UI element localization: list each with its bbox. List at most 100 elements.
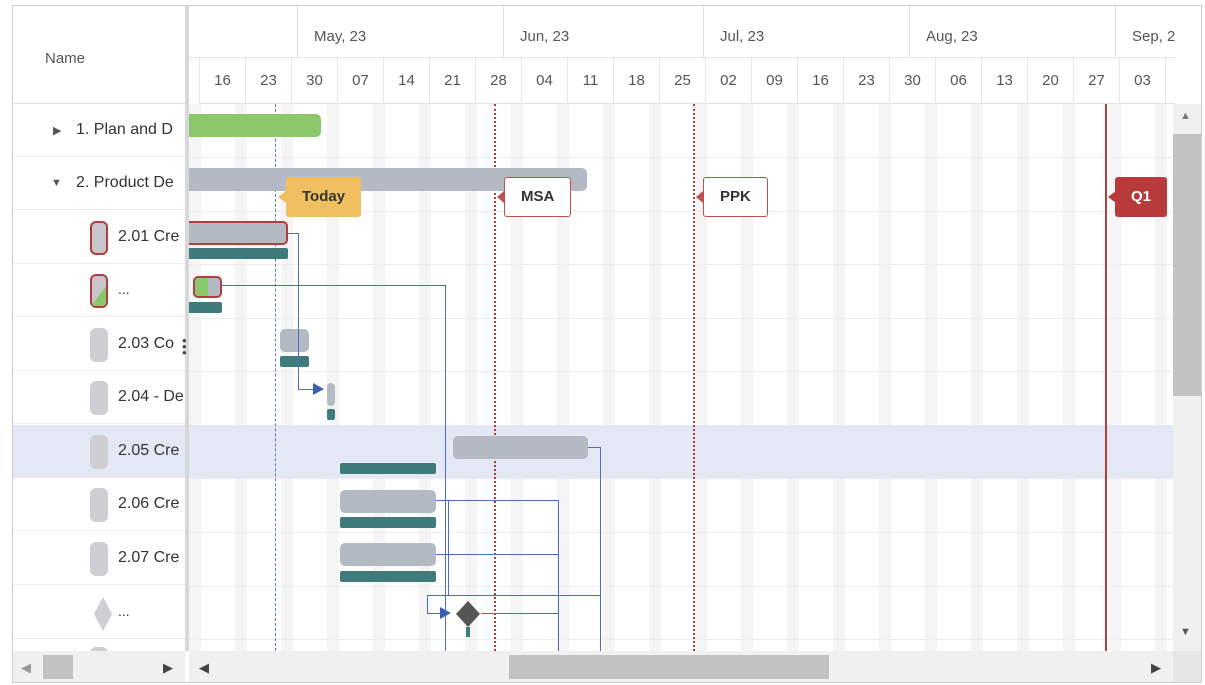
task-row[interactable]: 2.03 Co	[13, 318, 185, 371]
task-row[interactable]: 2.04 - De	[13, 371, 185, 424]
week-header: 16	[199, 58, 245, 104]
task-bar[interactable]	[453, 436, 588, 459]
milestone-icon	[94, 597, 112, 631]
week-header: 07	[337, 58, 383, 104]
month-header: Sep, 23	[1115, 6, 1175, 58]
dependency-arrow-icon	[440, 607, 451, 619]
scroll-corner	[1173, 651, 1201, 682]
week-header: 23	[843, 58, 889, 104]
expand-icon[interactable]: ▶	[53, 124, 61, 137]
month-header: Jul, 23	[703, 6, 909, 58]
week-header: 13	[981, 58, 1027, 104]
baseline-bar	[327, 409, 335, 420]
grid-scroll-thumb[interactable]	[43, 655, 73, 679]
task-row-selected[interactable]: 2.05 Cre	[13, 425, 185, 478]
msa-marker[interactable]: MSA	[504, 177, 572, 217]
baseline-bar	[189, 248, 288, 259]
vertical-scroll-thumb[interactable]	[1173, 134, 1201, 396]
task-status-icon	[90, 221, 108, 255]
progress-fill	[195, 278, 208, 296]
week-header: 30	[291, 58, 337, 104]
task-name: ...	[118, 281, 130, 297]
month-header: Aug, 23	[909, 6, 1115, 58]
scroll-left-icon[interactable]: ◀	[21, 660, 31, 676]
task-bar[interactable]	[340, 543, 436, 566]
task-row[interactable]: 2.01 Cre	[13, 211, 185, 264]
baseline-bar	[340, 463, 436, 474]
task-status-icon	[90, 542, 108, 576]
today-pointer-icon	[278, 191, 286, 203]
task-name: 2.06 Cre	[118, 495, 180, 512]
scroll-left-icon[interactable]: ◀	[199, 660, 209, 676]
task-name: 2.07 Cre	[118, 549, 180, 566]
task-name: 1. Plan and D	[76, 121, 173, 138]
scroll-right-icon[interactable]: ▶	[1151, 660, 1161, 676]
week-header: 04	[521, 58, 567, 104]
task-row[interactable]: 2.07 Cre	[13, 532, 185, 585]
week-header: 06	[935, 58, 981, 104]
task-row[interactable]: ▼ 2. Product De	[13, 157, 185, 210]
week-header: 16	[797, 58, 843, 104]
timeline-scroll-thumb[interactable]	[509, 655, 829, 679]
week-header: 10	[1165, 58, 1175, 104]
task-bar[interactable]	[327, 383, 335, 406]
task-status-icon	[90, 381, 108, 415]
today-marker[interactable]: Today	[286, 177, 362, 217]
collapse-icon[interactable]: ▼	[51, 177, 62, 189]
ppk-marker[interactable]: PPK	[703, 177, 768, 217]
splitter-handle-icon[interactable]: • • •	[182, 334, 187, 359]
task-grid: Name ▶ 1. Plan and D ▼ 2. Product De 2.0…	[13, 6, 185, 682]
month-header: Jun, 23	[503, 6, 703, 58]
vertical-scrollbar[interactable]: ▲ ▼	[1173, 104, 1201, 651]
task-row[interactable]: ...	[13, 264, 185, 317]
q1-marker[interactable]: Q1	[1115, 177, 1168, 217]
grid-horizontal-scrollbar[interactable]: ◀ ▶	[13, 651, 185, 682]
week-header: 20	[1027, 58, 1073, 104]
ppk-line	[693, 104, 695, 651]
name-column-header[interactable]: Name	[13, 6, 185, 104]
gantt-chart: Name ▶ 1. Plan and D ▼ 2. Product De 2.0…	[12, 5, 1202, 683]
week-header: 11	[567, 58, 613, 104]
week-header: 30	[889, 58, 935, 104]
name-header-label: Name	[45, 50, 86, 67]
task-row[interactable]: ▶ 1. Plan and D	[13, 104, 185, 157]
scroll-down-icon[interactable]: ▼	[1180, 626, 1191, 638]
task-row[interactable]: 2.06 Cre	[13, 478, 185, 531]
task-status-icon	[90, 488, 108, 522]
week-header: 21	[429, 58, 475, 104]
task-bar[interactable]	[340, 490, 436, 513]
task-bar[interactable]	[280, 329, 309, 352]
month-header: May, 23	[297, 6, 503, 58]
task-bar[interactable]	[189, 114, 321, 137]
baseline-bar	[340, 571, 436, 582]
week-header: 25	[659, 58, 705, 104]
week-header: 28	[475, 58, 521, 104]
week-header: 27	[1073, 58, 1119, 104]
timeline-horizontal-scrollbar[interactable]: ◀ ▶	[189, 651, 1173, 682]
task-bar[interactable]	[189, 221, 288, 245]
baseline-bar	[340, 517, 436, 528]
milestone-diamond-icon[interactable]	[455, 600, 481, 640]
scroll-up-icon[interactable]: ▲	[1180, 110, 1191, 122]
timeline: May, 23 Jun, 23 Jul, 23 Aug, 23 Sep, 23 …	[189, 6, 1175, 651]
dependency-arrow-icon	[313, 383, 324, 395]
task-name: ...	[118, 603, 130, 619]
week-header: 18	[613, 58, 659, 104]
week-header: 23	[245, 58, 291, 104]
task-name: 2.03 Co	[118, 335, 175, 352]
ppk-pointer-icon	[696, 191, 703, 203]
task-progress-icon	[90, 274, 108, 308]
week-header: 03	[1119, 58, 1165, 104]
task-bar[interactable]	[193, 276, 222, 298]
week-header: 14	[383, 58, 429, 104]
week-header: 02	[705, 58, 751, 104]
scroll-right-icon[interactable]: ▶	[163, 660, 173, 676]
q1-line	[1105, 104, 1107, 651]
task-name: 2.05 Cre	[118, 442, 180, 459]
task-name: 2.04 - De	[118, 388, 184, 405]
task-status-icon	[90, 435, 108, 469]
task-name: 2. Product De	[76, 174, 174, 191]
task-row[interactable]: ...	[13, 586, 185, 639]
month-header	[189, 6, 297, 58]
baseline-bar	[189, 302, 222, 313]
